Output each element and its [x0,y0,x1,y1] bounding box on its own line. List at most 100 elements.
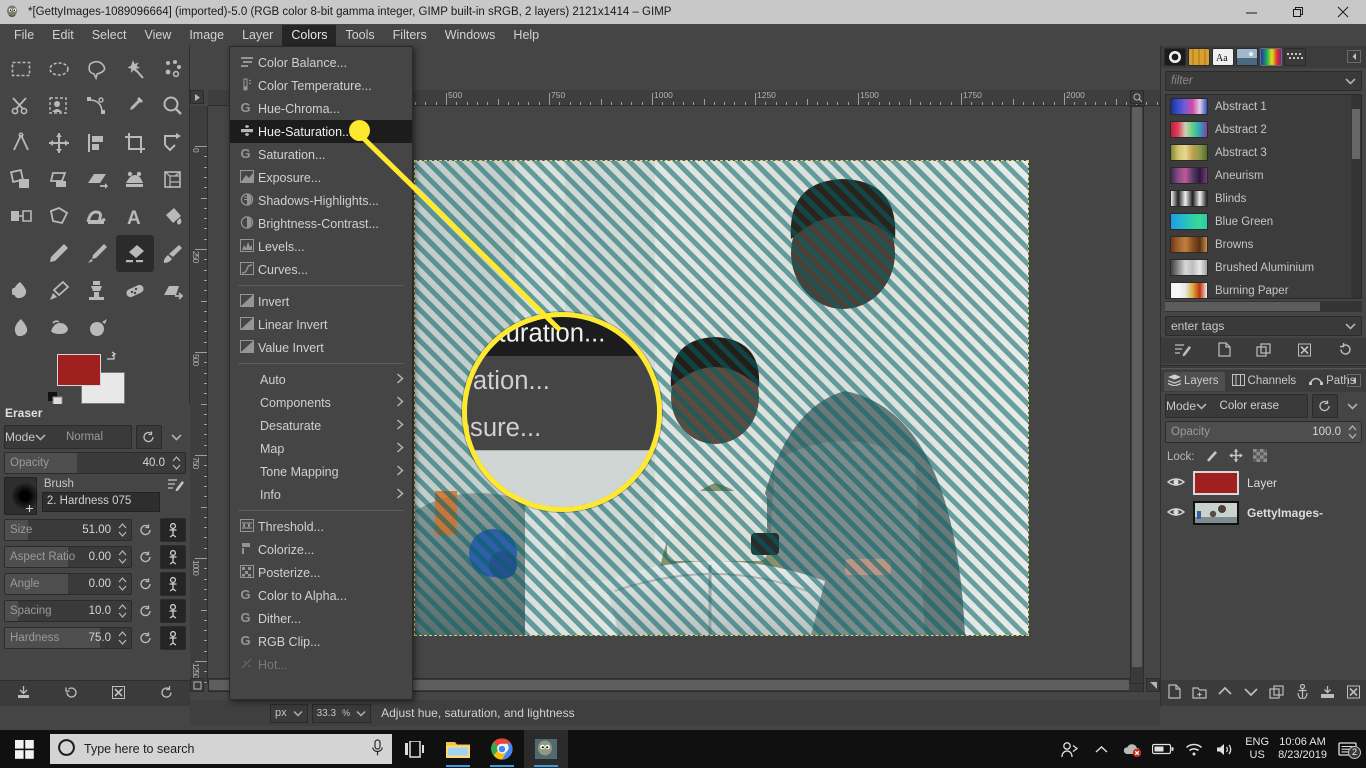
merge-down-icon[interactable] [1320,685,1335,702]
tool-preset-chevron-icon[interactable] [166,426,186,448]
menu-tools[interactable]: Tools [336,25,383,46]
layer-mode-menu-icon[interactable] [1342,395,1362,417]
tool-measure-icon[interactable] [2,124,40,161]
menu-item-dither[interactable]: G Dither... [230,607,412,630]
zoom-selector[interactable]: 33.3 % [311,703,372,723]
delete-gradient-icon[interactable] [1297,343,1312,360]
tab-channels[interactable]: Channels [1228,372,1303,391]
layer-visibility-toggle[interactable] [1166,506,1186,521]
onedrive-error-icon[interactable] [1121,742,1143,757]
action-center-icon[interactable]: 2 [1336,741,1361,759]
menu-item-shadows-highlights[interactable]: Shadows-Highlights... [230,189,412,212]
refresh-gradients-icon[interactable] [1338,342,1353,360]
chevron-down-icon[interactable] [1196,399,1207,413]
gradient-list-item[interactable]: Blinds [1166,187,1361,210]
save-tool-preset-icon[interactable] [16,685,31,703]
tool-gradient-icon[interactable] [2,235,40,272]
link-angle-icon[interactable] [160,572,186,596]
tool-cage-transform-icon[interactable] [40,198,78,235]
menu-colors[interactable]: Colors [282,24,337,46]
gradient-list-item[interactable]: Browns [1166,233,1361,256]
gradient-list[interactable]: Abstract 1 Abstract 2 Abstract 3 Aneurism Bl… [1165,94,1362,299]
stepper[interactable] [118,630,127,646]
microphone-icon[interactable] [371,739,384,759]
tool-ink-icon[interactable] [2,272,40,309]
menu-help[interactable]: Help [504,25,548,46]
language-indicator[interactable]: ENG US [1245,736,1269,762]
menu-item-curves[interactable]: Curves... [230,258,412,281]
quickmask-zoom-icon[interactable] [1130,90,1144,104]
menu-item-value-invert[interactable]: Value Invert [230,336,412,359]
menu-layer[interactable]: Layer [233,25,282,46]
tool-perspective-icon[interactable] [78,161,116,198]
menu-item-tone-mapping[interactable]: Tone Mapping [230,460,412,483]
menu-filters[interactable]: Filters [384,25,436,46]
tool-blur-sharpen-icon[interactable] [2,309,40,346]
lower-layer-icon[interactable] [1244,686,1258,700]
layer-list[interactable]: Layer GettyImages- [1161,468,1366,528]
tool-heal-icon[interactable] [116,272,154,309]
vertical-ruler[interactable]: 0250500750100012501500 [190,106,208,684]
collapse-layers-dock-icon[interactable] [1347,374,1361,387]
angle-slider[interactable]: Angle 0.00 [4,573,132,595]
wifi-icon[interactable] [1183,742,1205,756]
menu-select[interactable]: Select [83,25,136,46]
blend-mode-select[interactable]: Mode Normal [4,425,132,449]
restore-tool-preset-icon[interactable] [64,685,79,703]
menu-item-hot[interactable]: Hot... [230,653,412,676]
lock-position-icon[interactable] [1229,449,1243,465]
menu-item-hue-saturation[interactable]: Hue-Saturation... [230,120,412,143]
menu-image[interactable]: Image [180,25,233,46]
gradient-list-scrollbar[interactable] [1351,95,1361,298]
brush-preview[interactable] [4,477,38,515]
menu-button-icon[interactable] [190,90,204,104]
aspect-ratio-slider[interactable]: Aspect Ratio 0.00 [4,546,132,568]
size-slider[interactable]: Size 51.00 [4,519,132,541]
menu-item-levels[interactable]: Levels... [230,235,412,258]
anchor-layer-icon[interactable] [1296,683,1309,702]
new-layer-icon[interactable] [1167,684,1181,702]
menu-view[interactable]: View [135,25,180,46]
tool-alignment-icon[interactable] [78,124,116,161]
tab-layers[interactable]: Layers [1164,371,1225,391]
edit-brush-icon[interactable] [165,477,186,493]
raise-layer-icon[interactable] [1218,686,1233,700]
tool-airbrush-icon[interactable] [154,235,192,272]
gradients-tab[interactable] [1260,48,1282,66]
reset-layer-mode-icon[interactable] [1312,394,1338,418]
battery-icon[interactable] [1152,743,1174,755]
new-gradient-icon[interactable] [1217,342,1231,360]
opacity-slider[interactable]: Opacity 40.0 [4,452,186,474]
tool-scale-icon[interactable] [2,161,40,198]
show-hidden-icons-icon[interactable] [1090,745,1112,754]
gradient-list-hscrollbar[interactable] [1165,301,1362,312]
minimize-button[interactable] [1228,0,1274,24]
duplicate-gradient-icon[interactable] [1256,342,1272,360]
menu-item-hue-chroma[interactable]: G Hue-Chroma... [230,97,412,120]
search-input[interactable]: Type here to search [50,734,392,764]
reset-aspect-ratio-icon[interactable] [136,546,156,568]
reset-size-icon[interactable] [136,519,156,541]
menu-item-colorize[interactable]: Colorize... [230,538,412,561]
vertical-scrollbar[interactable] [1130,106,1144,684]
task-view-icon[interactable] [392,730,436,768]
gradient-filter-input[interactable]: filter [1165,71,1362,91]
tool-paths-icon[interactable] [78,87,116,124]
windows-start-icon[interactable] [0,730,48,768]
tool-scissors-select-icon[interactable] [2,87,40,124]
menu-item-rgb-clip[interactable]: G RGB Clip... [230,630,412,653]
gradient-list-item[interactable]: Brushed Aluminium [1166,256,1361,279]
tool-warp-transform-icon[interactable] [78,198,116,235]
chevron-down-icon[interactable] [35,430,46,444]
menu-windows[interactable]: Windows [436,25,505,46]
opacity-stepper[interactable] [172,455,181,471]
menu-item-color-temperature[interactable]: Color Temperature... [230,74,412,97]
tool-3d-transform-icon[interactable] [154,161,192,198]
menu-item-info[interactable]: Info [230,483,412,506]
brushes-tab[interactable] [1164,48,1186,66]
tool-paintbrush-icon[interactable] [78,235,116,272]
tool-pencil-icon[interactable] [40,235,78,272]
gradient-list-item[interactable]: Aneurism [1166,164,1361,187]
tool-rect-select-icon[interactable] [2,50,40,87]
gradient-list-item[interactable]: Abstract 3 [1166,141,1361,164]
